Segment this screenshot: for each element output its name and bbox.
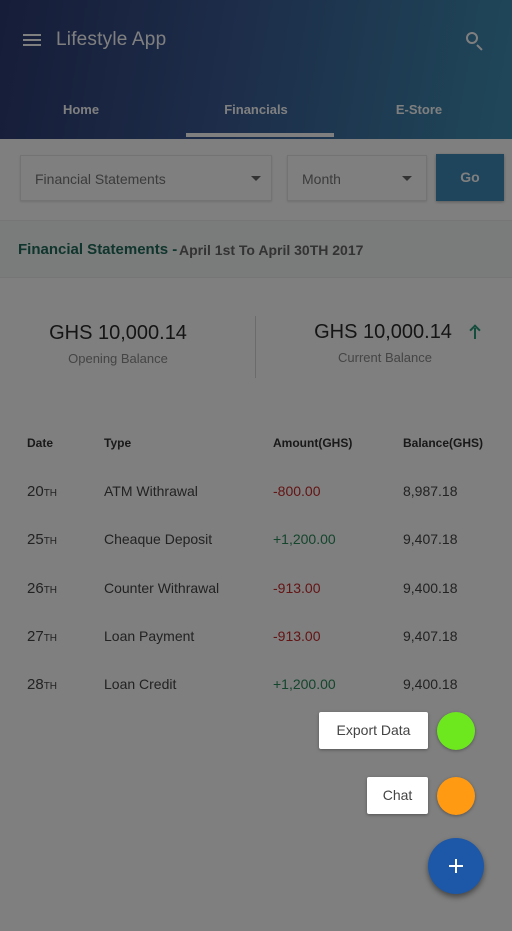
fab-button[interactable] [428,838,484,894]
app-root: Lifestyle App Home Financials E-Store Fi… [0,0,512,931]
speed-dial-backdrop[interactable] [0,0,512,931]
export-data-button[interactable] [437,712,475,750]
export-data-label[interactable]: Export Data [319,712,428,749]
chat-button[interactable] [437,777,475,815]
chat-label[interactable]: Chat [367,777,428,814]
